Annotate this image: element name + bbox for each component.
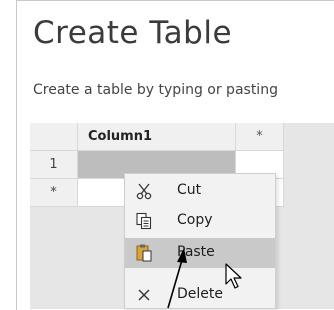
corner-cell <box>30 123 78 151</box>
dialog-subtitle: Create a table by typing or pasting <box>33 82 278 98</box>
annotation-arrow-icon <box>167 248 187 309</box>
menu-item-label: Cut <box>177 182 202 198</box>
context-menu: Cut Copy Paste Delete <box>124 173 276 309</box>
paste-icon <box>133 242 155 264</box>
menu-item-label: Copy <box>177 212 213 228</box>
menu-item-copy[interactable]: Copy <box>125 206 275 236</box>
mouse-pointer-icon <box>225 263 242 289</box>
row-header-1[interactable]: 1 <box>30 151 78 179</box>
copy-icon <box>133 210 155 232</box>
add-column-marker[interactable]: * <box>236 123 284 151</box>
delete-icon <box>133 284 155 306</box>
scissors-icon <box>133 180 155 202</box>
row-header-new[interactable]: * <box>30 179 78 207</box>
page-title: Create Table <box>33 15 233 51</box>
menu-item-cut[interactable]: Cut <box>125 176 275 206</box>
menu-item-paste[interactable]: Paste <box>125 238 275 268</box>
column-header-column1[interactable]: Column1 <box>78 123 236 151</box>
grid-right-area <box>284 123 334 309</box>
menu-item-delete[interactable]: Delete <box>125 280 275 310</box>
